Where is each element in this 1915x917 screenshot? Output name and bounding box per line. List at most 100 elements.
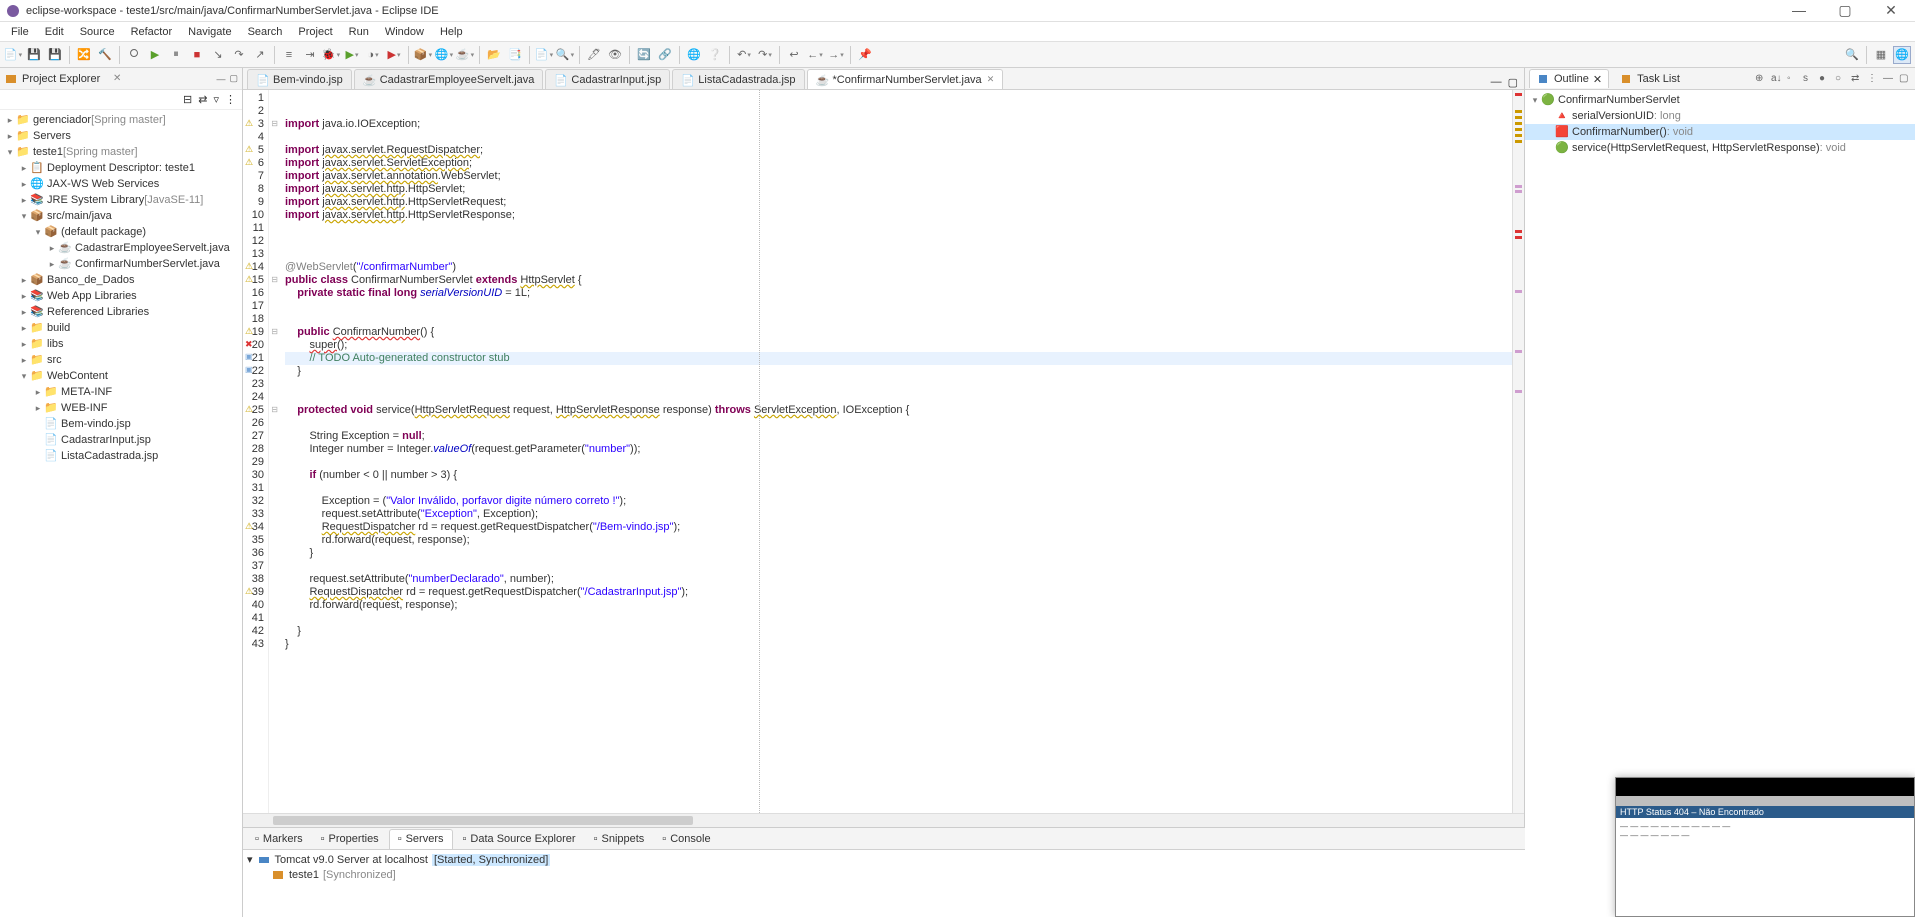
coverage-button[interactable]: ◑ xyxy=(364,46,382,64)
server-row[interactable]: ▾ Tomcat v9.0 Server at localhost [Start… xyxy=(247,852,1521,867)
sort-icon[interactable]: a↓ xyxy=(1771,73,1783,85)
tree-item[interactable]: ▸☕ConfirmarNumberServlet.java xyxy=(0,256,242,272)
close-tab-icon[interactable]: ✕ xyxy=(987,74,995,85)
pin-button[interactable]: 📌 xyxy=(856,46,874,64)
expand-icon[interactable]: ▸ xyxy=(18,179,30,190)
line-number[interactable]: 15 xyxy=(243,274,268,287)
code-line[interactable] xyxy=(285,456,1512,469)
line-number[interactable]: 23 xyxy=(243,378,268,391)
menu-refactor[interactable]: Refactor xyxy=(124,24,180,40)
forward-button[interactable]: → xyxy=(827,46,845,64)
resume-button[interactable]: ▶ xyxy=(146,46,164,64)
code-line[interactable]: Integer number = Integer.valueOf(request… xyxy=(285,443,1512,456)
minimize-view-icon[interactable]: — xyxy=(216,74,225,84)
code-line[interactable] xyxy=(285,105,1512,118)
code-line[interactable] xyxy=(285,391,1512,404)
horizontal-scrollbar[interactable] xyxy=(243,813,1524,827)
run-button[interactable]: ▶ xyxy=(343,46,361,64)
line-number[interactable]: 9 xyxy=(243,196,268,209)
indent-button[interactable]: ⇥ xyxy=(301,46,319,64)
code-line[interactable]: import javax.servlet.http.HttpServletRes… xyxy=(285,209,1512,222)
menu-file[interactable]: File xyxy=(4,24,36,40)
editor-tab[interactable]: 📄Bem-vindo.jsp xyxy=(247,69,352,89)
last-edit-button[interactable]: ↩ xyxy=(785,46,803,64)
ruler-marker[interactable] xyxy=(1515,350,1522,353)
code-line[interactable]: super(); xyxy=(285,339,1512,352)
tree-item[interactable]: ▸📁build xyxy=(0,320,242,336)
save-all-button[interactable]: 💾 xyxy=(46,46,64,64)
menu-source[interactable]: Source xyxy=(73,24,122,40)
code-line[interactable] xyxy=(285,378,1512,391)
line-gutter[interactable]: 1234567891011121314151617181920212223242… xyxy=(243,90,269,813)
outline-item[interactable]: 🟥ConfirmarNumber() : void xyxy=(1525,124,1915,140)
expand-icon[interactable]: ▸ xyxy=(18,323,30,334)
code-line[interactable]: Exception = ("Valor Inválido, porfavor d… xyxy=(285,495,1512,508)
menu-edit[interactable]: Edit xyxy=(38,24,71,40)
toggle-button[interactable]: 👁 xyxy=(606,46,624,64)
tree-item[interactable]: ▾📁teste1 [Spring master] xyxy=(0,144,242,160)
server-module-row[interactable]: teste1 [Synchronized] xyxy=(247,867,1521,882)
tree-item[interactable]: ▸📦Banco_de_Dados xyxy=(0,272,242,288)
line-number[interactable]: 17 xyxy=(243,300,268,313)
code-line[interactable]: RequestDispatcher rd = request.getReques… xyxy=(285,521,1512,534)
ruler-marker[interactable] xyxy=(1515,390,1522,393)
close-view-icon[interactable]: ✕ xyxy=(113,73,121,84)
build-button[interactable]: 🔨 xyxy=(96,46,114,64)
line-number[interactable]: 5 xyxy=(243,144,268,157)
line-number[interactable]: 8 xyxy=(243,183,268,196)
tree-item[interactable]: ▸📋Deployment Descriptor: teste1 xyxy=(0,160,242,176)
line-number[interactable]: 2 xyxy=(243,105,268,118)
line-number[interactable]: 38 xyxy=(243,573,268,586)
tree-item[interactable]: 📄Bem-vindo.jsp xyxy=(0,416,242,432)
code-line[interactable] xyxy=(285,92,1512,105)
code-line[interactable]: import java.io.IOException; xyxy=(285,118,1512,131)
maximize-view-icon[interactable]: ▢ xyxy=(229,73,238,84)
ruler-marker[interactable] xyxy=(1515,116,1522,119)
bottom-tab-servers[interactable]: ▫Servers xyxy=(389,829,453,849)
line-number[interactable]: 33 xyxy=(243,508,268,521)
minimize-outline-icon[interactable]: — xyxy=(1883,73,1895,85)
code-line[interactable]: public class ConfirmarNumberServlet exte… xyxy=(285,274,1512,287)
maximize-outline-icon[interactable]: ▢ xyxy=(1899,73,1911,85)
code-line[interactable]: // TODO Auto-generated constructor stub xyxy=(285,352,1512,365)
editor-tab[interactable]: 📄ListaCadastrada.jsp xyxy=(672,69,804,89)
tree-item[interactable]: 📄ListaCadastrada.jsp xyxy=(0,448,242,464)
code-line[interactable]: } xyxy=(285,547,1512,560)
tree-item[interactable]: ▾📦src/main/java xyxy=(0,208,242,224)
debug-button[interactable]: 🐞 xyxy=(322,46,340,64)
step-over-button[interactable]: ↷ xyxy=(230,46,248,64)
tree-item[interactable]: ▸📚JRE System Library [JavaSE-11] xyxy=(0,192,242,208)
code-line[interactable] xyxy=(285,222,1512,235)
line-number[interactable]: 24 xyxy=(243,391,268,404)
line-number[interactable]: 28 xyxy=(243,443,268,456)
menu-navigate[interactable]: Navigate xyxy=(181,24,238,40)
ruler-marker[interactable] xyxy=(1515,110,1522,113)
ruler-marker[interactable] xyxy=(1515,190,1522,193)
expand-icon[interactable]: ▾ xyxy=(1529,95,1541,106)
overview-ruler[interactable] xyxy=(1512,90,1524,813)
perspective-open-button[interactable]: ▦ xyxy=(1872,46,1890,64)
terminate-button[interactable]: ■ xyxy=(188,46,206,64)
ruler-marker[interactable] xyxy=(1515,230,1522,233)
code-line[interactable]: rd.forward(request, response); xyxy=(285,534,1512,547)
run-last-button[interactable]: ▶ xyxy=(385,46,403,64)
menu-search[interactable]: Search xyxy=(241,24,290,40)
line-number[interactable]: 4 xyxy=(243,131,268,144)
open-task-button[interactable]: 📑 xyxy=(506,46,524,64)
line-number[interactable]: 14 xyxy=(243,261,268,274)
tree-item[interactable]: ▸📁libs xyxy=(0,336,242,352)
line-number[interactable]: 26 xyxy=(243,417,268,430)
line-number[interactable]: 1 xyxy=(243,92,268,105)
code-line[interactable]: import javax.servlet.annotation.WebServl… xyxy=(285,170,1512,183)
ruler-marker[interactable] xyxy=(1515,140,1522,143)
code-line[interactable]: RequestDispatcher rd = request.getReques… xyxy=(285,586,1512,599)
refresh-button[interactable]: 🔄 xyxy=(635,46,653,64)
expand-icon[interactable]: ▾ xyxy=(18,371,30,382)
expand-icon[interactable]: ▸ xyxy=(18,275,30,286)
line-number[interactable]: 27 xyxy=(243,430,268,443)
close-outline-icon[interactable]: ✕ xyxy=(1593,73,1602,86)
line-number[interactable]: 36 xyxy=(243,547,268,560)
expand-icon[interactable]: ▸ xyxy=(46,243,58,254)
line-number[interactable]: 39 xyxy=(243,586,268,599)
view-menu-icon[interactable]: ⋮ xyxy=(225,93,236,106)
